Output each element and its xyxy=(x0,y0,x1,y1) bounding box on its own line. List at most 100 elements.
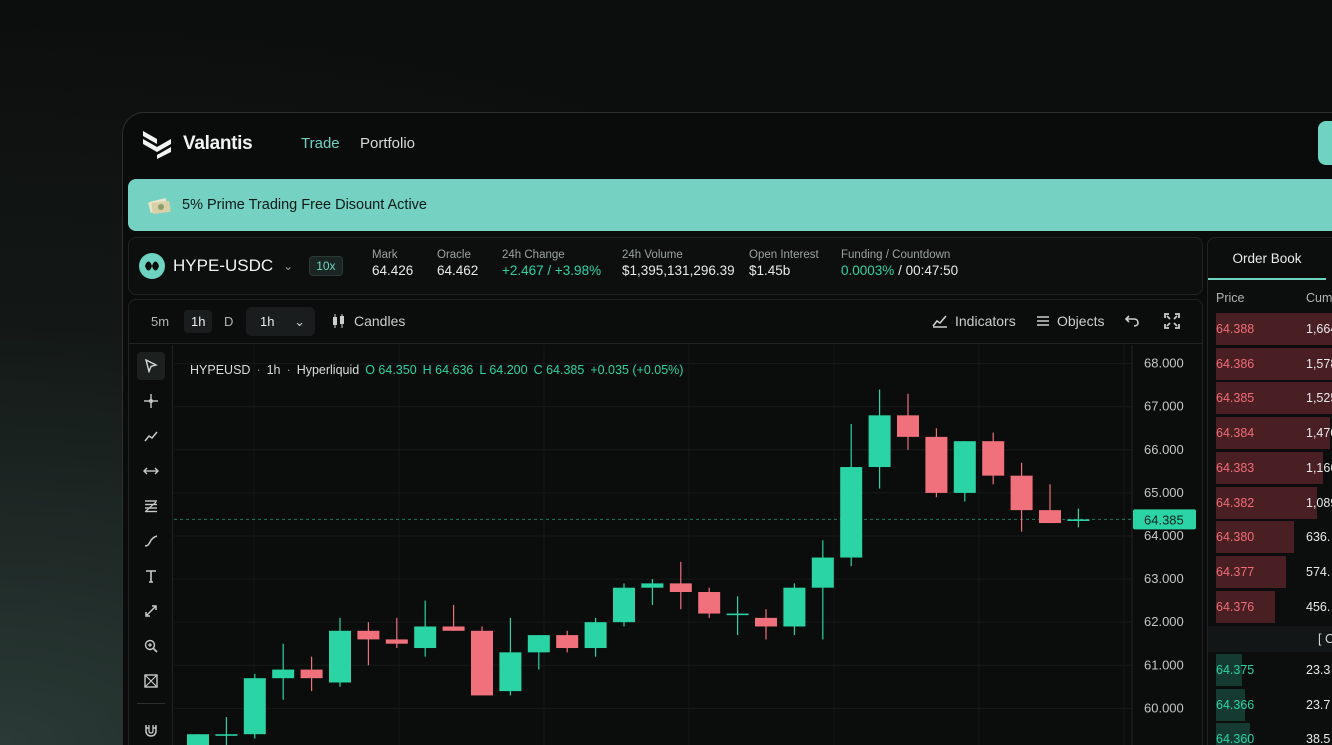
funding-label: Funding / Countdown xyxy=(841,249,951,261)
ask-row[interactable]: 64.384 1,470 xyxy=(1208,417,1332,450)
measure-tool[interactable] xyxy=(137,597,165,625)
undo-button[interactable] xyxy=(1125,313,1139,327)
pair-selector[interactable]: HYPE-USDC ⌄ 10x xyxy=(139,253,343,279)
y-tick-label: 68.000 xyxy=(1144,356,1184,371)
candle[interactable] xyxy=(613,583,635,627)
candle-body xyxy=(783,587,806,627)
ask-row[interactable]: 64.383 1,166 xyxy=(1208,451,1332,485)
price-column-header: Price xyxy=(1216,291,1245,305)
hype-token-icon xyxy=(139,253,165,279)
connect-button[interactable] xyxy=(1318,121,1332,165)
ask-row[interactable]: 64.380 636. xyxy=(1208,521,1332,554)
text-icon xyxy=(146,569,156,583)
order-price: 64.377 xyxy=(1216,564,1255,579)
candle[interactable] xyxy=(556,630,579,653)
timeframe-5m[interactable]: 5m xyxy=(151,314,169,329)
zoom-in-icon xyxy=(144,639,158,653)
candle[interactable] xyxy=(442,604,465,631)
candle[interactable] xyxy=(925,428,948,498)
nav-portfolio[interactable]: Portfolio xyxy=(360,135,415,152)
trendline-tool[interactable] xyxy=(137,422,165,450)
tab-order-book[interactable]: Order Book xyxy=(1208,238,1326,280)
fullscreen-button[interactable] xyxy=(1164,313,1180,329)
candle[interactable] xyxy=(953,441,976,502)
candle[interactable] xyxy=(698,587,721,618)
candle[interactable] xyxy=(527,635,550,670)
candle-body xyxy=(755,617,777,627)
legend-interval: 1h xyxy=(266,363,281,377)
remove-drawings-tool[interactable] xyxy=(137,667,165,695)
cursor-tool[interactable] xyxy=(137,352,165,380)
bid-row[interactable]: 64.366 23.7 xyxy=(1208,688,1332,722)
valantis-logo-icon xyxy=(143,131,171,159)
candle-body xyxy=(442,626,465,631)
candle[interactable] xyxy=(755,609,777,640)
candle[interactable] xyxy=(243,673,266,739)
candle[interactable] xyxy=(471,626,493,696)
candle[interactable] xyxy=(357,622,380,666)
candle[interactable] xyxy=(499,617,522,696)
change-value: +2.467 / +3.98% xyxy=(502,263,602,278)
horizontal-line-tool[interactable] xyxy=(137,457,165,485)
candle[interactable] xyxy=(783,583,806,636)
candle[interactable] xyxy=(726,596,749,636)
candle[interactable] xyxy=(215,716,238,745)
candle[interactable] xyxy=(584,617,607,657)
brush-tool[interactable] xyxy=(137,527,165,555)
indicators-button[interactable]: Indicators xyxy=(932,313,1016,329)
candle[interactable] xyxy=(329,617,351,687)
bid-row[interactable]: 64.375 23.3 xyxy=(1208,654,1332,687)
candle[interactable] xyxy=(982,432,1005,485)
crosshair-tool[interactable] xyxy=(137,387,165,415)
candle-body xyxy=(669,583,692,593)
candle[interactable] xyxy=(868,389,891,489)
candle[interactable] xyxy=(187,734,209,745)
candle[interactable] xyxy=(1010,462,1033,532)
top-navigation: Valantis Trade Portfolio xyxy=(123,113,1332,175)
order-cumulative: 1,089 xyxy=(1306,495,1332,510)
candle[interactable] xyxy=(272,643,295,700)
ask-row[interactable]: 64.385 1,525 xyxy=(1208,382,1332,415)
ask-row[interactable]: 64.376 456. xyxy=(1208,590,1332,624)
text-tool[interactable] xyxy=(137,562,165,590)
ask-row[interactable]: 64.377 574. xyxy=(1208,555,1332,589)
mark-value: 64.426 xyxy=(372,263,414,278)
interval-select[interactable]: 1h ⌄ xyxy=(246,307,315,336)
order-price: 64.385 xyxy=(1216,391,1255,406)
candle-body xyxy=(811,557,834,588)
indicators-icon xyxy=(932,315,947,328)
objects-button[interactable]: Objects xyxy=(1036,313,1104,329)
candle[interactable] xyxy=(897,393,919,450)
candle[interactable] xyxy=(414,600,437,657)
chart-type-button[interactable]: Candles xyxy=(331,313,405,329)
candlestick-chart[interactable]: 68.000 67.000 66.000 65.000 64.000 63.000 62.0… xyxy=(174,345,1203,745)
candle-body xyxy=(953,441,976,493)
timeframe-d[interactable]: D xyxy=(224,314,233,329)
funding-rate: 0.0003% xyxy=(841,263,895,278)
fib-tool[interactable] xyxy=(137,492,165,520)
brand-logo[interactable]: Valantis xyxy=(141,129,253,159)
chevron-down-icon: ⌄ xyxy=(294,313,305,329)
candle-body xyxy=(556,635,579,649)
magnet-tool[interactable] xyxy=(137,716,165,744)
candle[interactable] xyxy=(641,579,664,605)
ask-row[interactable]: 64.382 1,089 xyxy=(1208,486,1332,520)
timeframe-1h[interactable]: 1h xyxy=(184,310,213,333)
nav-trade[interactable]: Trade xyxy=(301,135,340,152)
ask-row[interactable]: 64.388 1,664 xyxy=(1208,313,1332,346)
ask-row[interactable]: 64.386 1,578 xyxy=(1208,347,1332,381)
price-chart[interactable]: 68.000 67.000 66.000 65.000 64.000 63.000 62.0… xyxy=(174,345,1202,745)
candle[interactable] xyxy=(300,656,323,692)
candle[interactable] xyxy=(1039,484,1061,524)
legend-high: H 64.636 xyxy=(422,363,474,377)
candle-body xyxy=(300,669,323,679)
candle-body xyxy=(726,613,749,616)
leverage-badge[interactable]: 10x xyxy=(309,256,343,276)
y-tick-label: 65.000 xyxy=(1144,485,1184,500)
bid-row[interactable]: 64.360 38.5 xyxy=(1208,723,1332,745)
candle[interactable] xyxy=(1067,508,1090,528)
zoom-tool[interactable] xyxy=(137,632,165,660)
candle[interactable] xyxy=(811,540,834,640)
candle-body xyxy=(243,678,266,735)
candle[interactable] xyxy=(840,423,863,567)
